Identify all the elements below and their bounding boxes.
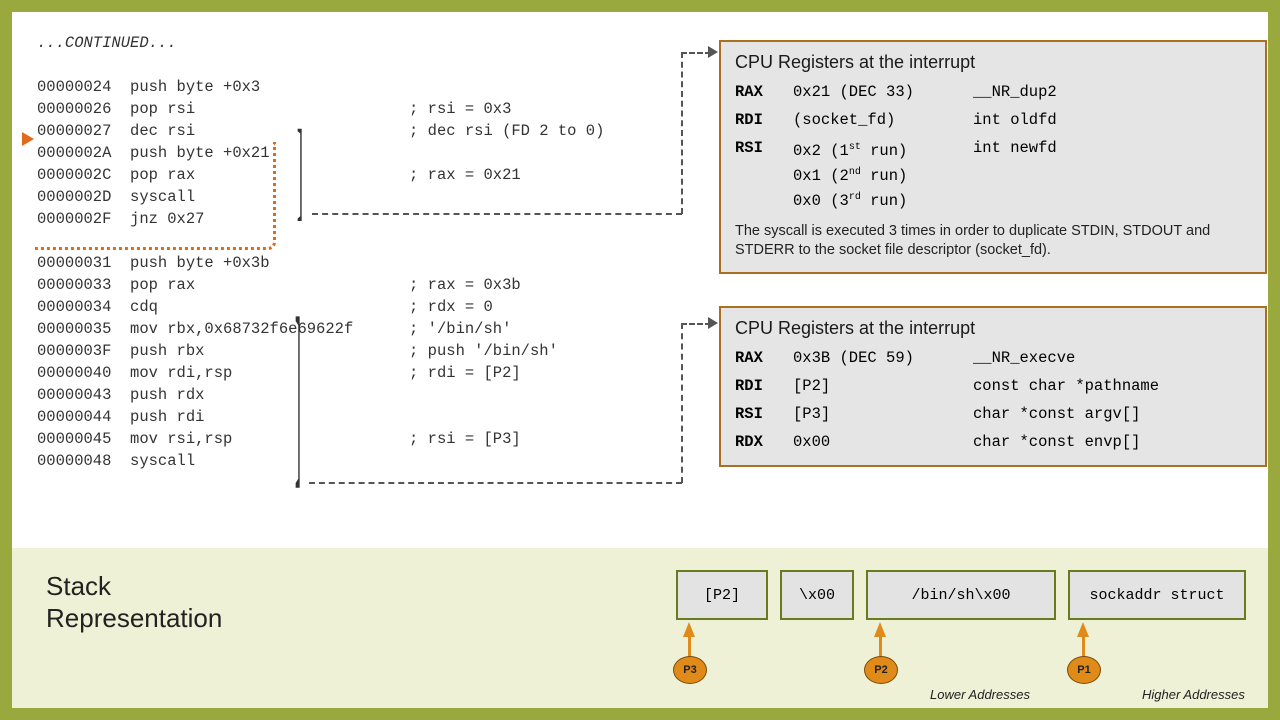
- brace-syscall-2: ]: [295, 276, 301, 518]
- rdi-value: (socket_fd): [793, 109, 973, 131]
- stack-representation-bar: Stack Representation [P2] \x00 /bin/sh\x…: [12, 548, 1268, 708]
- arrowhead-1: [708, 46, 718, 58]
- panel2-title: CPU Registers at the interrupt: [735, 318, 1251, 339]
- p1-arrow: [1077, 622, 1089, 637]
- rax2-label: RAX: [735, 347, 793, 369]
- rax-desc: __NR_dup2: [973, 81, 1057, 103]
- rdi2-label: RDI: [735, 375, 793, 397]
- connector-1-h: [312, 213, 682, 215]
- arrowhead-2: [708, 317, 718, 329]
- p1-line: [1082, 636, 1085, 658]
- rsi2-desc: char *const argv[]: [973, 403, 1140, 425]
- pointer-p1: P1: [1067, 656, 1101, 684]
- current-instruction-marker: [22, 132, 34, 146]
- rdx2-value: 0x00: [793, 431, 973, 453]
- stack-cell-p2: [P2]: [676, 570, 768, 620]
- higher-addresses-label: Higher Addresses: [1142, 687, 1245, 702]
- pointer-p2: P2: [864, 656, 898, 684]
- rsi2-value: [P3]: [793, 403, 973, 425]
- stack-cell-null: \x00: [780, 570, 854, 620]
- canvas: ...CONTINUED... 00000024 push byte +0x3 …: [12, 12, 1268, 708]
- loop-indicator-box: [34, 142, 276, 250]
- rsi-value-2: 0x1 (2nd run): [793, 162, 973, 187]
- register-panel-dup2: CPU Registers at the interrupt RAX0x21 (…: [719, 40, 1267, 274]
- continued-label: ...CONTINUED...: [37, 34, 177, 52]
- register-panel-execve: CPU Registers at the interrupt RAX0x3B (…: [719, 306, 1267, 467]
- brace-syscall-1: ]: [297, 107, 303, 237]
- pointer-p3: P3: [673, 656, 707, 684]
- rsi-value-3: 0x0 (3rd run): [793, 187, 973, 212]
- stack-cell-sockaddr: sockaddr struct: [1068, 570, 1246, 620]
- connector-2-v: [681, 323, 683, 483]
- panel1-note: The syscall is executed 3 times in order…: [735, 222, 1251, 260]
- rax-label: RAX: [735, 81, 793, 103]
- rdi2-desc: const char *pathname: [973, 375, 1159, 397]
- p3-arrow: [683, 622, 695, 637]
- disassembly: ...CONTINUED... 00000024 push byte +0x3 …: [37, 32, 604, 472]
- rdx2-label: RDX: [735, 431, 793, 453]
- rdi-desc: int oldfd: [973, 109, 1057, 131]
- rax-value: 0x21 (DEC 33): [793, 81, 973, 103]
- rdx2-desc: char *const envp[]: [973, 431, 1140, 453]
- connector-2-h: [309, 482, 682, 484]
- connector-2-end: [681, 323, 711, 325]
- connector-1-end: [681, 52, 711, 54]
- p2-line: [879, 636, 882, 658]
- connector-1-v: [681, 52, 683, 214]
- stack-label: Stack Representation: [46, 570, 222, 634]
- lower-addresses-label: Lower Addresses: [930, 687, 1030, 702]
- rsi-desc: int newfd: [973, 137, 1057, 162]
- stack-cell-binsh: /bin/sh\x00: [866, 570, 1056, 620]
- rsi-value-1: 0x2 (1st run): [793, 137, 973, 162]
- rax2-desc: __NR_execve: [973, 347, 1075, 369]
- panel1-title: CPU Registers at the interrupt: [735, 52, 1251, 73]
- rax2-value: 0x3B (DEC 59): [793, 347, 973, 369]
- rdi-label: RDI: [735, 109, 793, 131]
- stack-cells: [P2] \x00 /bin/sh\x00 sockaddr struct: [676, 570, 1246, 620]
- rdi2-value: [P2]: [793, 375, 973, 397]
- p2-arrow: [874, 622, 886, 637]
- rsi2-label: RSI: [735, 403, 793, 425]
- p3-line: [688, 636, 691, 658]
- rsi-label: RSI: [735, 137, 793, 162]
